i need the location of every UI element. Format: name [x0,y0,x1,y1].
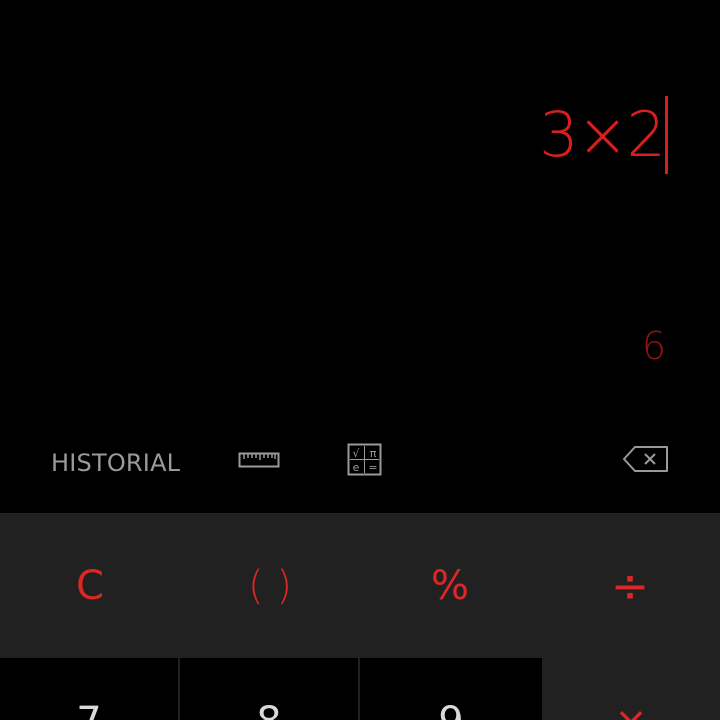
history-button[interactable]: HISTORIAL [51,449,180,477]
parentheses-button[interactable]: ( ) [180,513,360,658]
multiply-label: × [542,702,720,720]
keypad: C ( ) % ÷ 7 8 9 × [0,513,720,720]
ruler-icon[interactable] [238,450,280,477]
result-preview: 6 [641,324,666,368]
digit-8-button[interactable]: 8 [180,658,358,720]
scientific-functions-icon[interactable]: √ π e = [347,443,383,482]
divide-button[interactable]: ÷ [540,513,720,658]
digit-7-label: 7 [0,702,178,720]
e-glyph: e [353,461,360,474]
display-area: 3×2 6 HISTORIAL √ π e = [0,0,720,512]
sqrt-glyph: √ [352,447,360,460]
expression-text: 3×2 [539,98,666,171]
percent-button[interactable]: % [360,513,540,658]
expression-field[interactable]: 3×2 [539,92,668,178]
keypad-row-789: 7 8 9 × [0,658,720,720]
clear-button[interactable]: C [0,513,180,658]
pi-glyph: π [370,447,377,460]
toolbar: HISTORIAL √ π e = [0,438,720,486]
equals-glyph: = [368,461,377,474]
multiply-button[interactable]: × [542,658,720,720]
digit-9-button[interactable]: 9 [360,658,542,720]
digit-7-button[interactable]: 7 [0,658,178,720]
backspace-icon[interactable] [622,445,670,478]
digit-9-label: 9 [360,702,542,720]
text-cursor [665,96,668,174]
digit-8-label: 8 [180,702,358,720]
calculator-screen: 3×2 6 HISTORIAL √ π e = C () % ÷ [0,0,720,720]
keypad-row-functions: C ( ) % ÷ [0,513,720,658]
